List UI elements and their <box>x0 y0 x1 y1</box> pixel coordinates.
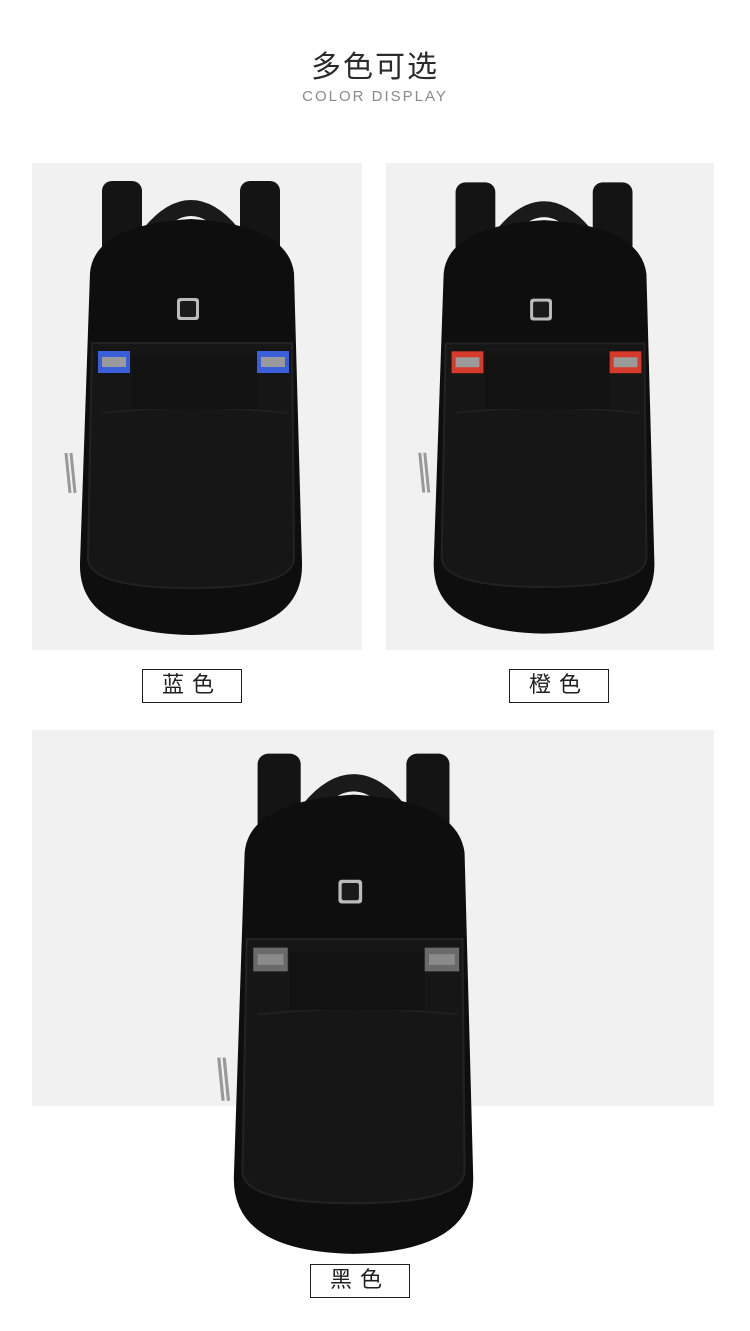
backpack-image-orange[interactable] <box>386 163 714 650</box>
page-title: 多色可选 <box>311 50 439 85</box>
color-label-orange: 橙色 <box>509 669 609 703</box>
color-label-blue: 蓝色 <box>142 669 242 703</box>
backpack-image-black[interactable] <box>180 745 540 1270</box>
backpack-image-blue[interactable] <box>32 163 362 650</box>
page-subtitle: COLOR DISPLAY <box>302 88 448 105</box>
color-label-black: 黑色 <box>310 1264 410 1298</box>
